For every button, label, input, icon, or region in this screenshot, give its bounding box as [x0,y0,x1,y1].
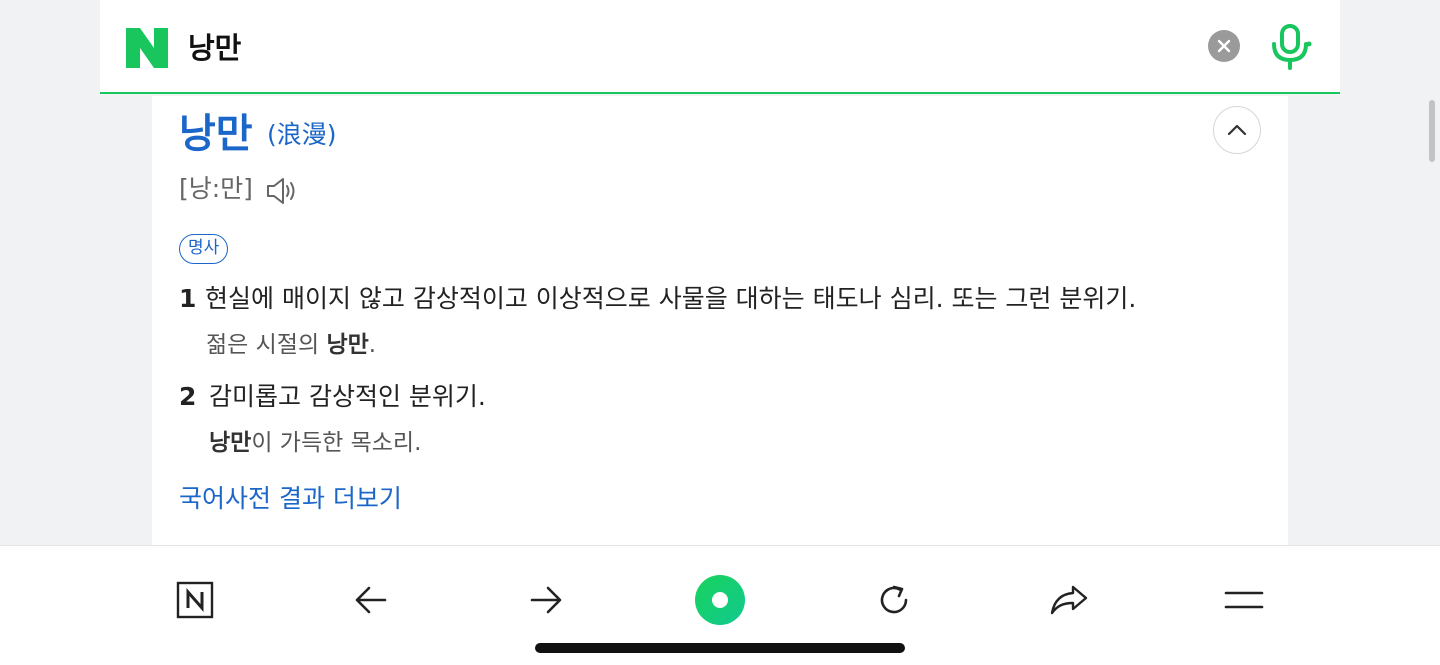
part-of-speech-badge: 명사 [179,234,229,264]
collapse-button[interactable] [1213,106,1261,154]
bottom-nav-bar [0,545,1440,665]
share-icon [1050,585,1088,615]
hanja[interactable]: (浪漫) [267,118,337,152]
naver-home-button[interactable] [171,576,219,624]
menu-button[interactable] [1220,576,1268,624]
home-indicator[interactable] [535,643,905,653]
example-text: . [368,332,377,358]
clear-button[interactable] [1208,30,1240,62]
share-button[interactable] [1045,576,1093,624]
example-sentence: 낭만이 가득한 목소리. [209,427,421,459]
green-dot-icon [695,575,745,625]
search-query[interactable]: 낭만 [188,28,241,68]
definition-number: 2 [179,382,197,411]
naver-n-logo[interactable] [126,28,168,68]
definition-text: 현실에 매이지 않고 감상적이고 이상적으로 사물을 대하는 태도나 심리. 또… [205,284,1137,313]
search-bar: 낭만 [100,0,1340,94]
reload-icon [880,585,908,614]
example-sentence: 젊은 시절의 낭만. [206,329,376,361]
reload-button[interactable] [870,576,918,624]
headword[interactable]: 낭만 [179,110,253,158]
chevron-up-icon [1227,124,1247,136]
pronunciation: [낭:만] [179,174,253,203]
menu-icon [1224,591,1264,609]
forward-arrow-icon [530,586,562,614]
forward-button[interactable] [522,576,570,624]
back-arrow-icon [355,586,387,614]
more-results-link[interactable]: 국어사전 결과 더보기 [179,482,402,516]
microphone-icon[interactable] [1268,22,1312,72]
dictionary-card: 낭만 (浪漫) [낭:만] 명사 1 현실에 매이지 않고 감상적이고 이상적으… [152,96,1288,545]
definition-number: 1 [179,284,197,313]
example-text: 이 가득한 목소리. [251,430,422,456]
example-keyword: 낭만 [209,430,252,456]
green-dot-button[interactable] [692,572,748,628]
example-keyword: 낭만 [326,332,369,358]
example-text: 젊은 시절의 [206,332,327,358]
speaker-icon[interactable] [265,176,299,206]
clear-icon [1217,39,1231,53]
naver-home-icon [176,581,214,619]
back-button[interactable] [347,576,395,624]
scrollbar[interactable] [1429,100,1435,162]
definition-text: 감미롭고 감상적인 분위기. [209,382,486,411]
